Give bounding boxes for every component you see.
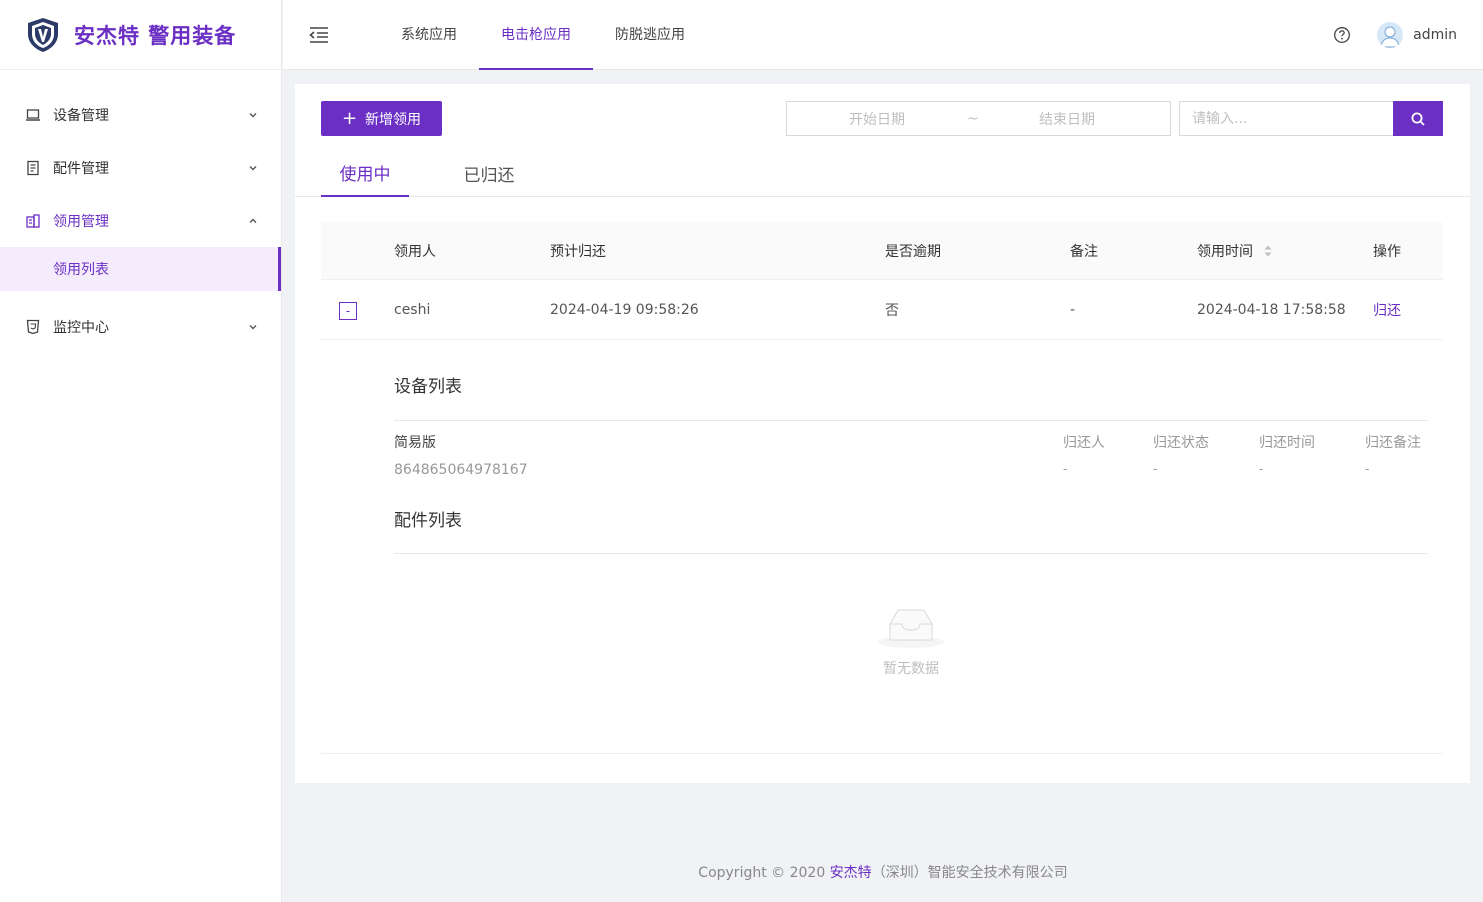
add-requisition-button[interactable]: + 新增领用: [321, 101, 442, 136]
device-field-return-status: 归还状态 -: [1153, 432, 1209, 476]
plus-icon: +: [341, 107, 358, 129]
brand-title: 安杰特 警用装备: [74, 23, 237, 48]
column-header: 操作: [1373, 243, 1401, 260]
footer: Copyright © 2020 安杰特（深圳）智能安全技术有限公司: [283, 862, 1483, 882]
requisition-table: 领用人 预计归还 是否逾期 备注 领用时间 操作 - ceshi 2024-04…: [321, 222, 1443, 754]
field-label: 归还时间: [1259, 435, 1315, 451]
chevron-up-icon: [247, 215, 259, 227]
sidebar-item-label: 领用管理: [53, 213, 109, 230]
sidebar-item-label: 监控中心: [53, 319, 109, 336]
return-link[interactable]: 归还: [1373, 280, 1401, 339]
column-header: 领用人: [394, 243, 436, 260]
footer-prefix: Copyright © 2020: [698, 865, 830, 881]
table-row: - ceshi 2024-04-19 09:58:26 否 - 2024-04-…: [321, 280, 1443, 340]
sidebar-subitem-requisition-list[interactable]: 领用列表: [0, 247, 281, 291]
divider: [394, 420, 1427, 421]
top-tab-anti-escape[interactable]: 防脱逃应用: [593, 0, 707, 70]
brand[interactable]: 安杰特 警用装备: [0, 0, 281, 70]
search-icon: [1411, 112, 1425, 126]
device-field-return-time: 归还时间 -: [1259, 432, 1315, 476]
top-tab-label: 系统应用: [401, 26, 457, 43]
sidebar-item-device[interactable]: 设备管理: [0, 88, 281, 141]
column-header: 预计归还: [550, 243, 606, 260]
column-header-sortable[interactable]: 领用时间: [1197, 222, 1273, 279]
column-header: 备注: [1070, 243, 1098, 260]
menu-fold-icon[interactable]: [307, 23, 331, 47]
user-avatar-icon: [1380, 26, 1400, 48]
sidebar-menu: 设备管理 配件管理 领用管理 领用列表 监控中心: [0, 70, 281, 353]
document-icon: [25, 160, 41, 176]
add-button-label: 新增领用: [365, 111, 422, 128]
top-tab-stun-gun[interactable]: 电击枪应用: [479, 0, 593, 70]
footer-brand-link[interactable]: 安杰特: [830, 865, 872, 881]
chevron-down-icon: [247, 162, 259, 174]
field-label: 归还状态: [1153, 435, 1209, 451]
device-field-return-note: 归还备注 -: [1365, 432, 1421, 476]
return-link-label: 归还: [1373, 302, 1401, 319]
column-header: 是否逾期: [885, 243, 941, 260]
sidebar-subitem-label: 领用列表: [53, 262, 109, 278]
chevron-down-icon: [247, 321, 259, 333]
empty-state: 暂无数据: [861, 602, 961, 678]
date-range-picker[interactable]: 开始日期 ~ 结束日期: [786, 101, 1171, 136]
cell-note: -: [1070, 301, 1076, 318]
field-value: -: [1365, 462, 1370, 476]
empty-inbox-icon: [878, 609, 944, 648]
search-input[interactable]: [1179, 101, 1394, 136]
help-icon[interactable]: [1333, 26, 1351, 44]
tab-label: 使用中: [339, 165, 391, 185]
accessory-section-title: 配件列表: [394, 511, 462, 531]
sidebar-item-requisition[interactable]: 领用管理: [0, 194, 281, 247]
status-tabs: 使用中 已归还: [295, 150, 1470, 197]
sidebar-item-accessory[interactable]: 配件管理: [0, 141, 281, 194]
device-field-returner: 归还人 -: [1063, 432, 1105, 476]
field-value: -: [1259, 462, 1264, 476]
device-section-title: 设备列表: [394, 377, 462, 397]
field-label: 归还备注: [1365, 435, 1421, 451]
tab-in-use[interactable]: 使用中: [321, 150, 409, 197]
end-date-field[interactable]: 结束日期: [977, 109, 1157, 129]
cell-name: ceshi: [394, 301, 431, 318]
tab-returned[interactable]: 已归还: [445, 150, 533, 197]
table-header: 领用人 预计归还 是否逾期 备注 领用时间 操作: [321, 222, 1443, 280]
column-header-label: 领用时间: [1197, 243, 1253, 260]
cell-time: 2024-04-18 17:58:58: [1197, 301, 1346, 318]
sidebar-item-label: 设备管理: [53, 107, 109, 124]
top-tab-label: 电击枪应用: [501, 26, 571, 43]
top-tab-system[interactable]: 系统应用: [379, 0, 479, 70]
username[interactable]: admin: [1413, 27, 1457, 43]
laptop-icon: [25, 107, 41, 123]
device-name: 简易版: [394, 435, 436, 451]
main-card: + 新增领用 开始日期 ~ 结束日期 使用中 已归还 领用人 预计归还 是否逾期…: [295, 84, 1470, 783]
chevron-down-icon: [247, 109, 259, 121]
field-label: 归还人: [1063, 435, 1105, 451]
device-id: 864865064978167: [394, 462, 528, 478]
cell-due: 2024-04-19 09:58:26: [550, 301, 699, 318]
top-header: 系统应用 电击枪应用 防脱逃应用 admin: [283, 0, 1483, 70]
empty-text: 暂无数据: [883, 661, 939, 677]
tab-label: 已归还: [463, 166, 515, 186]
collapse-row-button[interactable]: -: [339, 302, 357, 320]
avatar[interactable]: [1377, 22, 1404, 48]
divider: [394, 553, 1427, 554]
cell-overdue: 否: [885, 302, 899, 319]
html5-icon: [25, 319, 41, 335]
expanded-row-detail: 设备列表 简易版 864865064978167 归还人 - 归还状态 - 归还…: [321, 340, 1443, 754]
sidebar: 安杰特 警用装备 设备管理 配件管理 领用管理 领用列表 监控中心: [0, 0, 282, 902]
sort-icon[interactable]: [1263, 244, 1273, 258]
search-button[interactable]: [1393, 101, 1443, 136]
start-date-field[interactable]: 开始日期: [787, 109, 967, 129]
sidebar-item-monitor[interactable]: 监控中心: [0, 300, 281, 353]
building-icon: [25, 213, 41, 229]
shield-logo-icon: [28, 17, 58, 52]
sidebar-item-label: 配件管理: [53, 160, 109, 177]
top-tab-label: 防脱逃应用: [615, 26, 685, 43]
date-range-separator: ~: [967, 110, 979, 127]
field-value: -: [1063, 462, 1068, 476]
footer-suffix: （深圳）智能安全技术有限公司: [871, 865, 1068, 881]
field-value: -: [1153, 462, 1158, 476]
header-user-area: admin: [1333, 0, 1457, 70]
